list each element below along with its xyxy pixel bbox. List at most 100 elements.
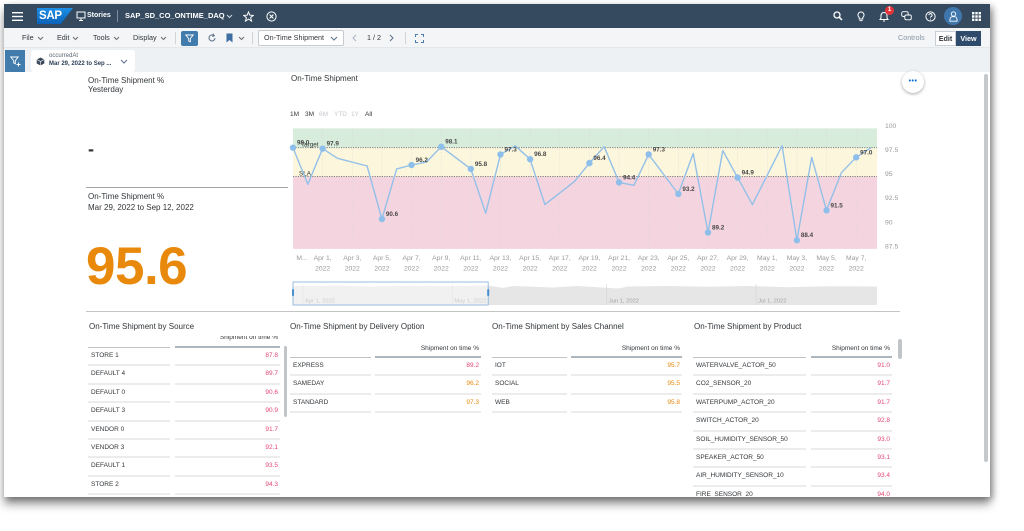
source-table-scrollbar[interactable] xyxy=(284,346,287,417)
product-table-scrollbar[interactable] xyxy=(898,339,902,359)
column-header-dimension[interactable] xyxy=(492,340,567,358)
controls-toggle[interactable]: Controls xyxy=(898,28,925,48)
fullscreen-icon[interactable] xyxy=(414,33,424,43)
column-header-value[interactable]: Shipment on time % xyxy=(571,340,682,358)
chevron-down-icon[interactable] xyxy=(120,58,128,64)
row-value: 96.2 xyxy=(375,376,481,395)
kpi-yesterday-value: - xyxy=(88,139,94,159)
previous-page-icon[interactable] xyxy=(351,34,357,42)
navigator-handle-right[interactable] xyxy=(487,289,490,296)
next-page-icon[interactable] xyxy=(388,34,394,42)
row-value: 93.4 xyxy=(811,468,892,487)
x-tick-label: Apr 11, xyxy=(460,255,482,262)
table-row[interactable]: STORE 2 94.3 xyxy=(88,477,284,496)
chevron-down-icon xyxy=(113,36,120,40)
column-header-value[interactable]: Shipment on time % xyxy=(175,336,280,348)
row-value: 95.7 xyxy=(571,358,682,377)
x-tick-label: May 5, xyxy=(816,255,837,262)
table-row[interactable]: SAMEDAY 96.2 xyxy=(290,376,485,395)
refresh-icon[interactable] xyxy=(206,32,217,44)
column-header-dimension[interactable] xyxy=(290,340,371,358)
story-title[interactable]: SAP_SD_CO_ONTIME_DAQ xyxy=(125,4,225,28)
table-row[interactable]: VENDOR 0 91.7 xyxy=(88,422,284,440)
stories-link[interactable]: Stories xyxy=(87,4,111,28)
date-filter-chip[interactable]: occurredAt Mar 29, 2022 to Sep ... xyxy=(31,50,135,72)
navigator-selection[interactable] xyxy=(292,281,489,306)
range-button-3m[interactable]: 3M xyxy=(305,111,314,119)
bookmark-chevron-down-icon[interactable] xyxy=(237,36,245,41)
table-row[interactable]: SOIL_HUMIDITY_SENSOR_50 93.0 xyxy=(693,432,892,450)
menu-tools[interactable]: Tools xyxy=(93,28,120,48)
x-tick-label: Apr 5, xyxy=(373,255,391,262)
table-row[interactable]: DEFAULT 3 90.9 xyxy=(88,403,284,422)
chat-icon[interactable] xyxy=(900,10,912,22)
column-header-dimension[interactable] xyxy=(693,340,806,358)
help-icon[interactable] xyxy=(924,10,936,22)
table-row[interactable]: STANDARD 97.3 xyxy=(290,395,485,414)
add-filter-button[interactable] xyxy=(5,50,25,72)
range-button-all[interactable]: All xyxy=(365,111,372,119)
table-row[interactable]: CO2_SENSOR_20 91.7 xyxy=(693,376,892,395)
table-row[interactable]: STORE 1 87.8 xyxy=(88,348,284,367)
edit-mode-button[interactable]: Edit xyxy=(935,31,956,46)
filter-toggle-button[interactable] xyxy=(181,31,198,46)
table-row[interactable]: WATERPUMP_ACTOR_20 91.7 xyxy=(693,395,892,414)
y-tick-label: 97.5 xyxy=(885,147,898,154)
table-row[interactable]: DEFAULT 4 89.7 xyxy=(88,366,284,385)
page-selector-dropdown[interactable]: On-Time Shipment xyxy=(258,30,344,46)
lightbulb-icon[interactable] xyxy=(856,10,865,22)
row-dimension: DEFAULT 3 xyxy=(88,403,170,422)
story-title-chevron-down-icon[interactable] xyxy=(225,12,233,20)
close-circle-icon[interactable] xyxy=(265,10,277,22)
column-header-dimension[interactable] xyxy=(88,336,170,348)
table-row[interactable]: VENDOR 3 92.1 xyxy=(88,440,284,459)
data-label: 94.4 xyxy=(623,174,636,181)
row-value: 94.0 xyxy=(811,487,892,497)
row-dimension: STANDARD xyxy=(290,395,371,414)
menu-icon[interactable] xyxy=(11,10,23,22)
reference-label-sla: SLA xyxy=(299,170,312,177)
filter-bar: occurredAt Mar 29, 2022 to Sep ... xyxy=(4,48,990,72)
row-dimension: SWITCH_ACTOR_20 xyxy=(693,413,806,432)
navigator-handle-left[interactable] xyxy=(292,289,294,296)
table-row[interactable]: DEFAULT 0 90.6 xyxy=(88,385,284,404)
table-row[interactable]: AIR_HUMIDITY_SENSOR_10 93.4 xyxy=(693,468,892,487)
view-mode-button[interactable]: View xyxy=(956,31,981,46)
sap-logo[interactable]: SAP xyxy=(37,8,73,24)
data-label: 88.4 xyxy=(801,232,814,239)
table-row[interactable]: EXPRESS 89.2 xyxy=(290,358,485,377)
row-dimension: FIRE_SENSOR_20 xyxy=(693,487,806,497)
row-value: 91.7 xyxy=(811,395,892,414)
stories-icon xyxy=(75,10,86,22)
table-row[interactable]: IOT 95.7 xyxy=(492,358,682,377)
table-row[interactable]: WATERVALVE_ACTOR_50 91.0 xyxy=(693,358,892,377)
range-button-ytd[interactable]: YTD xyxy=(334,111,347,119)
table-row[interactable]: SOCIAL 95.5 xyxy=(492,376,682,395)
page-scrollbar[interactable] xyxy=(984,74,988,462)
range-button-6m[interactable]: 6M xyxy=(319,111,328,119)
x-tick-label: 2022 xyxy=(671,266,686,273)
column-header-value[interactable]: Shipment on time % xyxy=(375,340,481,358)
x-tick-label: M... xyxy=(296,255,307,262)
more-options-button[interactable]: ••• xyxy=(902,71,924,93)
search-icon[interactable] xyxy=(833,11,843,21)
column-header-value[interactable]: Shipment on time % xyxy=(811,340,892,358)
x-tick-label: Apr 17, xyxy=(549,255,571,262)
on-time-shipment-line-chart[interactable]: TargetSLA98.0 97.990.696.298.195.897.396.… xyxy=(288,120,908,312)
menu-edit[interactable]: Edit xyxy=(57,28,79,48)
table-row[interactable]: DEFAULT 1 93.5 xyxy=(88,458,284,477)
range-button-1m[interactable]: 1M xyxy=(290,111,299,119)
favorite-star-icon[interactable] xyxy=(242,10,254,22)
table-row[interactable]: SPEAKER_ACTOR_50 93.1 xyxy=(693,450,892,469)
table-row[interactable]: SWITCH_ACTOR_20 92.8 xyxy=(693,413,892,432)
data-point xyxy=(852,154,860,161)
app-grid-icon[interactable] xyxy=(971,11,981,21)
user-avatar[interactable] xyxy=(944,7,962,25)
menu-display[interactable]: Display xyxy=(133,28,167,48)
range-button-1y[interactable]: 1Y xyxy=(351,111,359,119)
table-row[interactable]: FIRE_SENSOR_20 94.0 xyxy=(693,487,892,497)
page-indicator: 1 / 2 xyxy=(367,33,381,42)
menu-file[interactable]: File xyxy=(22,28,44,48)
table-row[interactable]: WEB 95.8 xyxy=(492,395,682,414)
bookmark-icon[interactable] xyxy=(225,32,234,44)
